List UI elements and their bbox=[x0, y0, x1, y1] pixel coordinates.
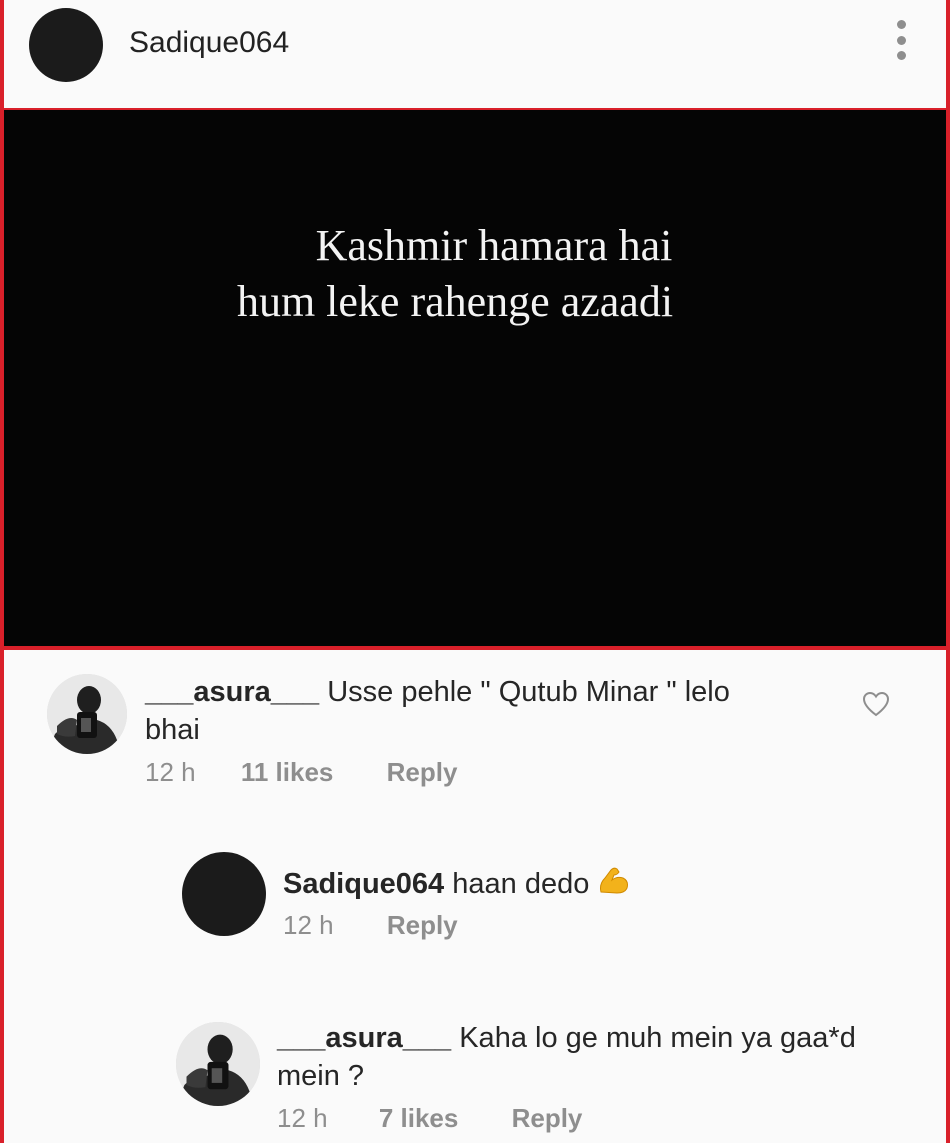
comment-text: ___asura___ Usse pehle " Qutub Minar " l… bbox=[145, 673, 845, 749]
reply-body: haan dedo bbox=[452, 868, 590, 900]
poster-avatar[interactable] bbox=[29, 8, 103, 82]
reply-body-continued: mein ? bbox=[277, 1060, 365, 1092]
reply-button[interactable]: Reply bbox=[387, 910, 458, 941]
post-image-text: Kashmir hamara hai hum leke rahenge azaa… bbox=[0, 218, 950, 330]
poster-username[interactable]: Sadique064 bbox=[129, 26, 289, 60]
commenter-avatar[interactable] bbox=[47, 674, 127, 754]
reply-likes[interactable]: 7 likes bbox=[379, 1103, 459, 1134]
reply-button[interactable]: Reply bbox=[387, 757, 458, 788]
comment-likes[interactable]: 11 likes bbox=[241, 757, 334, 788]
reply-text: ___asura___ Kaha lo ge muh mein ya gaa*d… bbox=[277, 1019, 927, 1095]
post-image-text-line-1: Kashmir hamara hai bbox=[315, 221, 673, 270]
reply-time: 12 h bbox=[283, 910, 334, 940]
more-options-icon[interactable] bbox=[889, 20, 913, 60]
reply-avatar[interactable] bbox=[182, 852, 266, 936]
post-image-text-line-2: hum leke rahenge azaadi bbox=[236, 277, 674, 326]
reply-avatar[interactable] bbox=[176, 1022, 260, 1106]
reply-username[interactable]: ___asura___ bbox=[277, 1022, 451, 1054]
reply-button[interactable]: Reply bbox=[512, 1103, 583, 1134]
reply-username[interactable]: Sadique064 bbox=[283, 868, 444, 900]
comment-body: Usse pehle " Qutub Minar " lelo bbox=[327, 676, 730, 708]
reply-meta: 12 h Reply bbox=[283, 910, 458, 941]
flexed-biceps-icon bbox=[600, 867, 629, 894]
reply-meta: 12 h 7 likes Reply bbox=[277, 1103, 582, 1134]
comment-username[interactable]: ___asura___ bbox=[145, 676, 319, 708]
heart-outline-icon[interactable] bbox=[862, 691, 890, 717]
reply-text: Sadique064 haan dedo bbox=[283, 865, 903, 903]
post-header: Sadique064 bbox=[0, 0, 950, 108]
reply-body: Kaha lo ge muh mein ya gaa*d bbox=[459, 1022, 856, 1054]
reply-time: 12 h bbox=[277, 1103, 328, 1133]
comment-meta: 12 h 11 likes Reply bbox=[145, 757, 457, 788]
comment-body-continued: bhai bbox=[145, 714, 200, 746]
post-image bbox=[0, 108, 950, 650]
comment-time: 12 h bbox=[145, 757, 196, 787]
